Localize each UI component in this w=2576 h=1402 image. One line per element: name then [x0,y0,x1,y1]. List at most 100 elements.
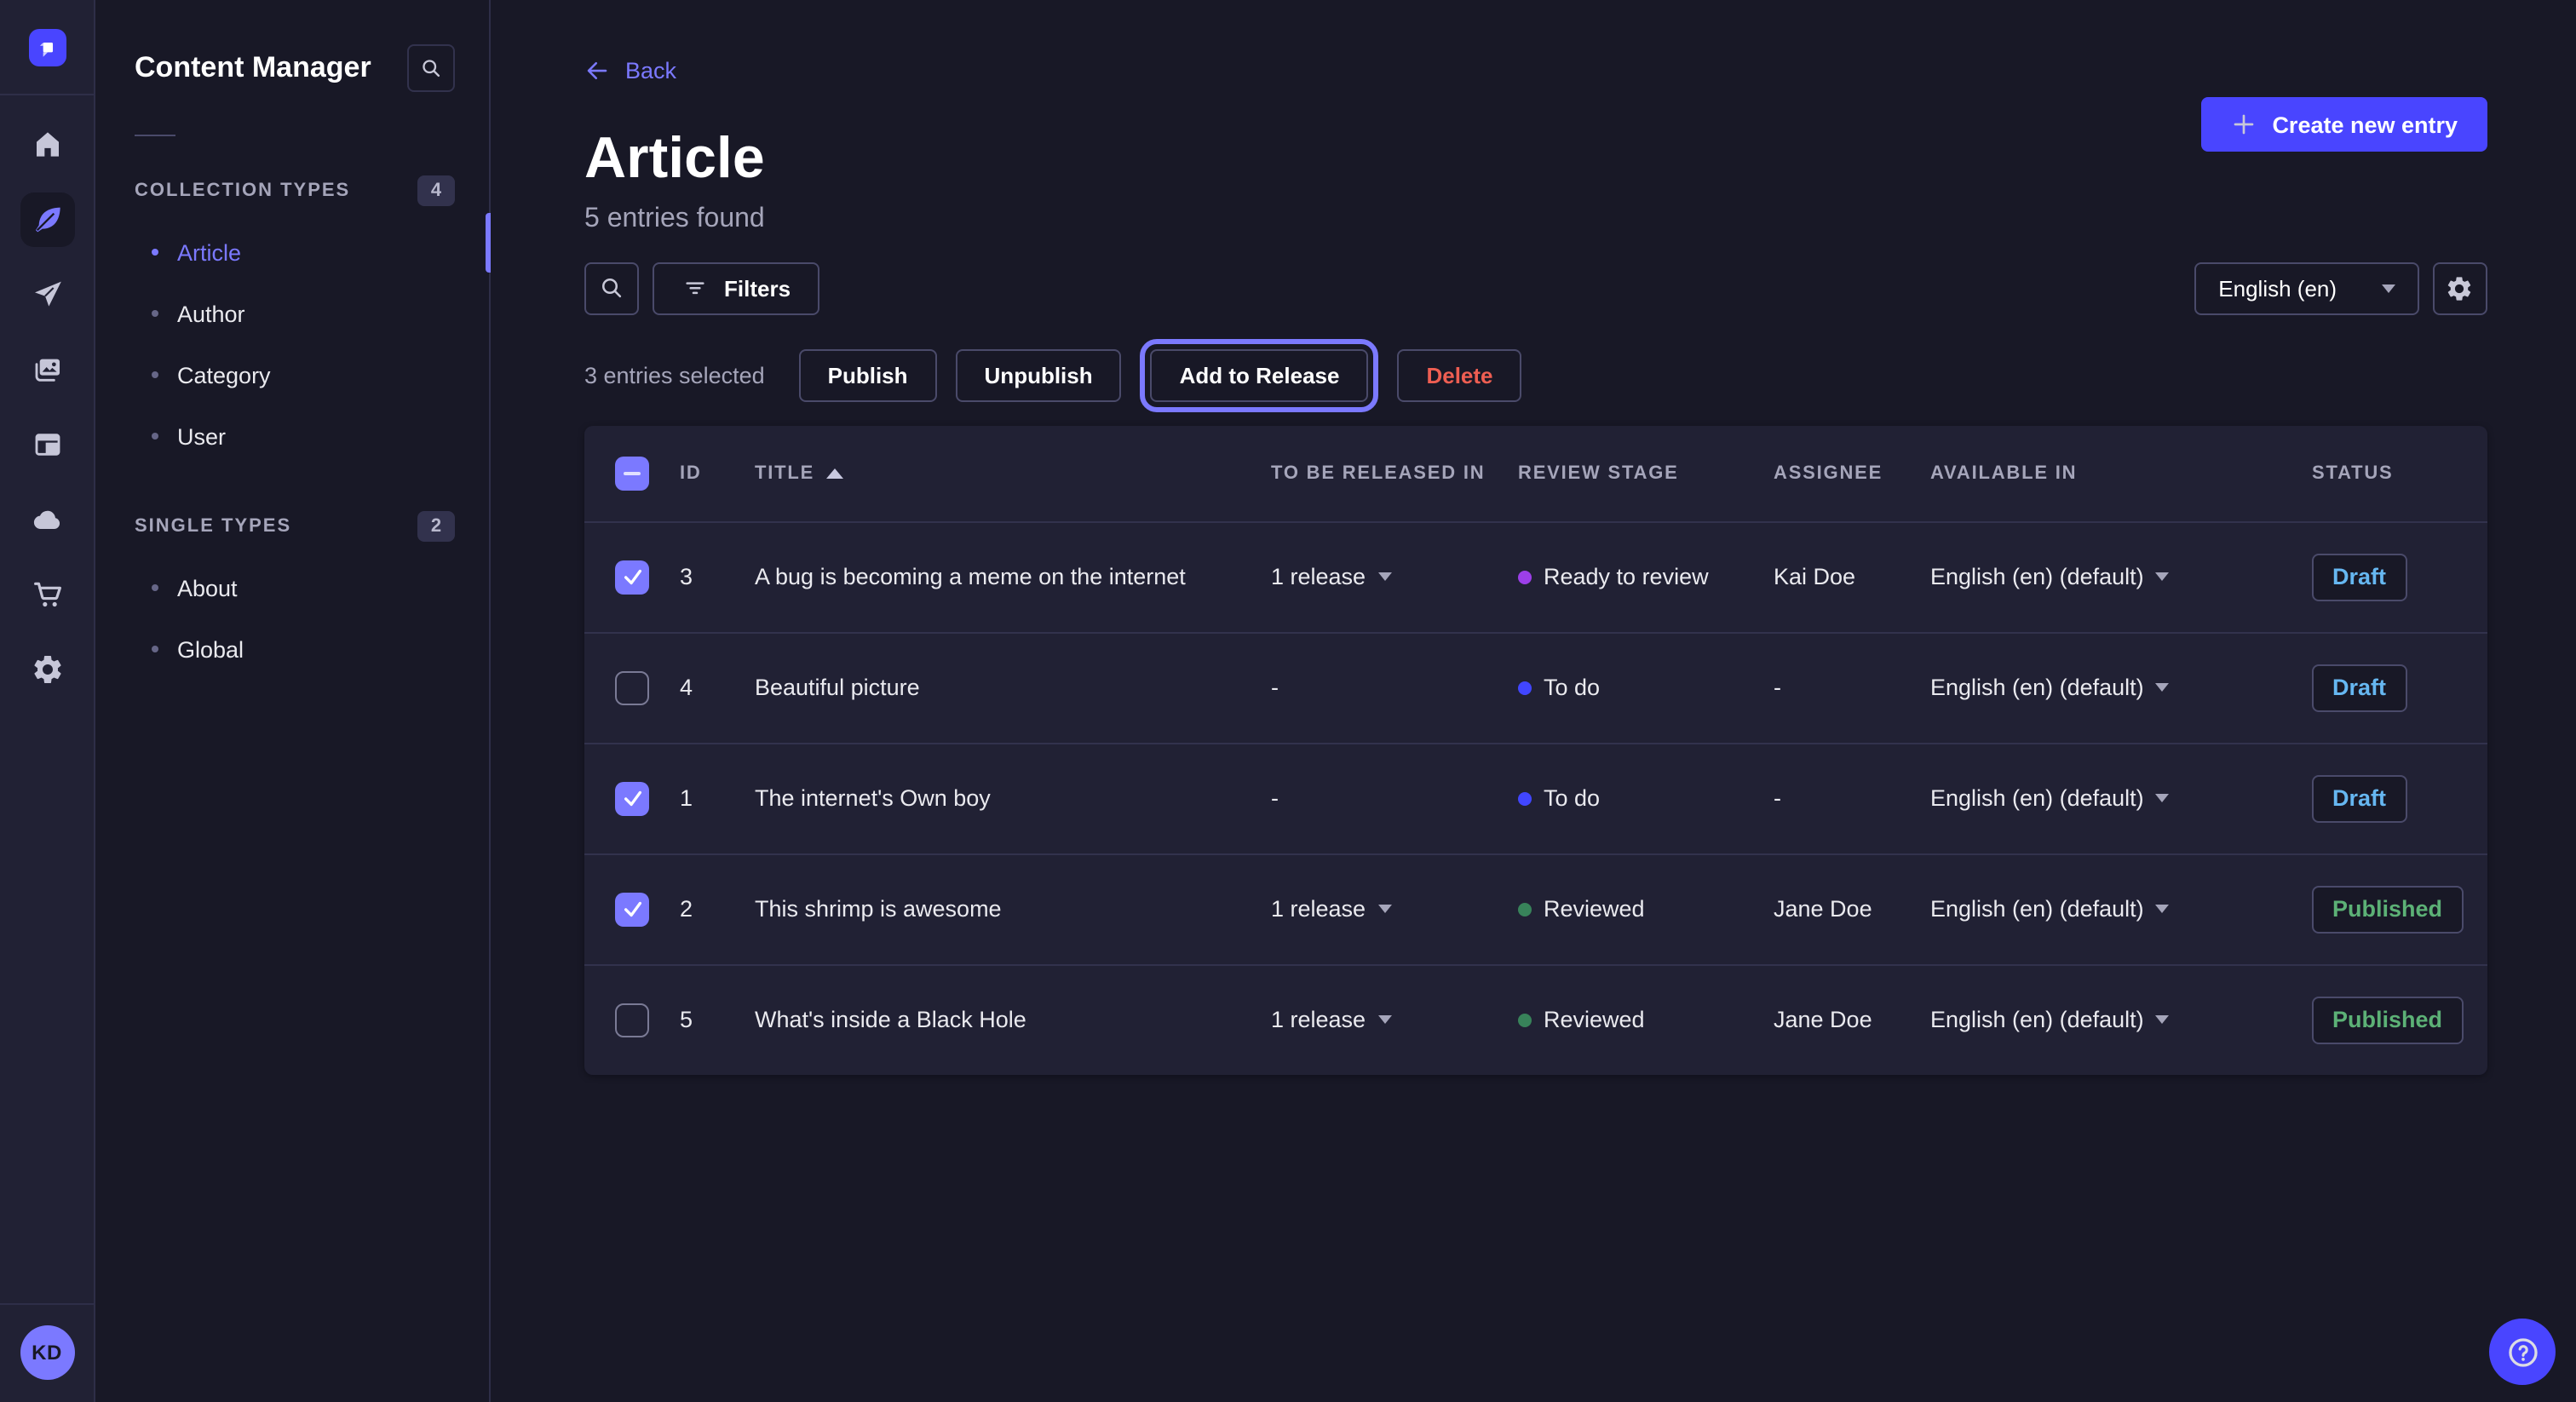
delete-button[interactable]: Delete [1397,348,1521,401]
row-checkbox[interactable] [615,560,649,594]
unpublish-label: Unpublish [985,362,1093,388]
cell-locale[interactable]: English (en) (default) [1930,675,2312,700]
images-icon[interactable] [20,342,74,397]
sidebar-item-global[interactable]: Global [95,618,489,680]
layout-icon[interactable] [20,417,74,472]
publish-button[interactable]: Publish [799,348,937,401]
sidebar-item-category[interactable]: Category [95,344,489,405]
cell-title: The internet's Own boy [755,785,1271,811]
sidebar-item-label: User [177,423,226,449]
selection-action-bar: 3 entries selected Publish Unpublish Add… [584,348,2487,401]
review-stage-label: Reviewed [1544,1007,1645,1032]
paper-plane-icon[interactable] [20,267,74,322]
release-value: - [1271,785,1279,811]
rail-divider [0,94,95,95]
review-stage-dot [1518,681,1532,694]
locale-value: English (en) [2218,275,2337,301]
select-all-checkbox[interactable] [615,456,649,490]
locale-select[interactable]: English (en) [2194,261,2418,314]
filters-button[interactable]: Filters [653,261,819,314]
cell-locale[interactable]: English (en) (default) [1930,785,2312,811]
column-header-review-stage[interactable]: REVIEW STAGE [1518,463,1774,483]
feather-icon[interactable] [20,192,74,247]
bullet-icon [152,310,158,317]
row-checkbox[interactable] [615,1003,649,1037]
subnav-search-button[interactable] [407,44,455,92]
sidebar-item-author[interactable]: Author [95,283,489,344]
review-stage-label: Reviewed [1544,896,1645,922]
cell-release[interactable]: 1 release [1271,1007,1518,1032]
sidebar-item-about[interactable]: About [95,557,489,618]
single-types-section: SINGLE TYPES 2 About Global [95,508,489,680]
table-row[interactable]: 3 A bug is becoming a meme on the intern… [584,520,2487,631]
column-header-release[interactable]: TO BE RELEASED IN [1271,463,1518,483]
table-row[interactable]: 4 Beautiful picture - To do - English (e… [584,631,2487,742]
cell-locale[interactable]: English (en) (default) [1930,896,2312,922]
cell-title: Beautiful picture [755,675,1271,700]
column-header-status[interactable]: STATUS [2312,463,2463,483]
cell-release[interactable]: - [1271,675,1518,700]
cell-release[interactable]: 1 release [1271,564,1518,589]
locale-value: English (en) (default) [1930,1007,2144,1032]
strapi-logo-glyph [36,37,58,59]
indeterminate-dash-icon [624,471,641,474]
table-header-row: ID TITLE TO BE RELEASED IN REVIEW STAGE … [584,425,2487,520]
back-link[interactable]: Back [584,56,676,83]
cell-release[interactable]: - [1271,785,1518,811]
gear-icon[interactable] [20,642,74,697]
entries-count: 5 entries found [584,202,2487,236]
column-header-title[interactable]: TITLE [755,463,1271,483]
bullet-icon [152,584,158,591]
home-icon[interactable] [20,118,74,172]
cell-id: 5 [680,1007,755,1032]
add-to-release-button[interactable]: Add to Release [1151,348,1369,401]
column-header-available-in[interactable]: AVAILABLE IN [1930,463,2312,483]
cell-release[interactable]: 1 release [1271,896,1518,922]
selection-count: 3 entries selected [584,362,765,388]
arrow-left-icon [584,57,610,83]
bullet-icon [152,371,158,378]
column-header-assignee[interactable]: ASSIGNEE [1774,463,1930,483]
sidebar-item-user[interactable]: User [95,405,489,467]
unpublish-button[interactable]: Unpublish [956,348,1122,401]
gear-icon [2445,273,2474,302]
cart-icon[interactable] [20,567,74,622]
create-button-label: Create new entry [2272,112,2458,137]
cell-id: 4 [680,675,755,700]
user-avatar[interactable]: KD [20,1325,74,1380]
create-new-entry-button[interactable]: Create new entry [2200,97,2487,152]
strapi-logo[interactable] [28,29,66,66]
status-badge: Draft [2312,553,2406,600]
help-button[interactable] [2489,1319,2556,1385]
review-stage-dot [1518,1013,1532,1026]
column-header-id[interactable]: ID [680,463,755,483]
cell-id: 1 [680,785,755,811]
release-chevron [1377,905,1391,913]
status-badge: Draft [2312,774,2406,822]
row-checkbox[interactable] [615,892,649,926]
search-button[interactable] [584,261,639,314]
main-nav-rail: KD [0,0,95,1402]
sidebar-item-article[interactable]: Article [95,221,489,283]
delete-label: Delete [1426,362,1492,388]
list-settings-button[interactable] [2432,261,2487,314]
row-checkbox[interactable] [615,670,649,704]
review-stage-dot [1518,570,1532,583]
cell-review-stage: Reviewed [1518,896,1774,922]
cell-locale[interactable]: English (en) (default) [1930,1007,2312,1032]
table-row[interactable]: 1 The internet's Own boy - To do - Engli… [584,742,2487,853]
cloud-icon[interactable] [20,492,74,547]
table-row[interactable]: 5 What's inside a Black Hole 1 release R… [584,963,2487,1074]
sidebar-item-label: Global [177,636,244,662]
review-stage-label: To do [1544,785,1600,811]
chevron-down-icon [2156,905,2170,913]
sidebar-item-label: Author [177,301,245,326]
row-checkbox[interactable] [615,781,649,815]
cell-locale[interactable]: English (en) (default) [1930,564,2312,589]
collection-types-section: COLLECTION TYPES 4 Article Author Catego… [95,172,489,467]
single-types-count-badge: 2 [417,511,455,542]
status-badge: Draft [2312,664,2406,711]
search-icon [598,274,625,302]
chevron-down-icon [2381,284,2395,292]
table-row[interactable]: 2 This shrimp is awesome 1 release Revie… [584,853,2487,963]
